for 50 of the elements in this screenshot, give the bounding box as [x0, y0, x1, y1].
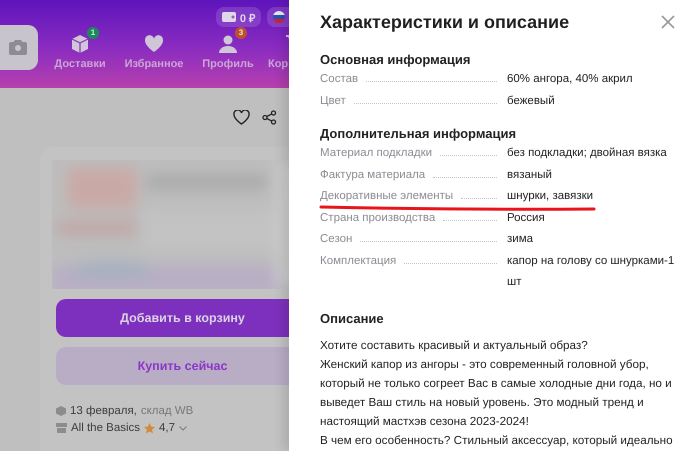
camera-icon: [9, 40, 27, 55]
close-button[interactable]: [661, 14, 677, 30]
star-icon: [144, 422, 156, 434]
property-value: капор на голову со шнурками-1 шт: [507, 254, 676, 290]
delivery-date: 13 февраля,: [70, 405, 137, 417]
photo-search-button[interactable]: [0, 25, 38, 70]
property-label: Страна производства: [320, 210, 436, 226]
description-text: Хотите составить красивый и актуальный образ?: [320, 338, 589, 354]
box-icon: [56, 406, 66, 416]
section-heading: Основная информация: [320, 52, 472, 67]
property-value: 60% ангора, 40% акрил: [507, 72, 634, 87]
wallet-icon: [222, 12, 236, 22]
heart-icon[interactable]: [233, 110, 250, 125]
description-text: Женский капор из ангоры - это современный головной убор, который не только согреет Вас в самые холодные дни года, но и выведет Ваш стиль на новый уровень. Это модный тренд и настоящий мастхэв сезона 2023-2024!: [320, 356, 673, 430]
property-value: Россия: [507, 210, 546, 226]
balance-button[interactable]: 0 ₽: [216, 7, 261, 27]
property-label: Материал подкладки: [320, 146, 432, 161]
property-value: шнурки, завязки: [507, 189, 594, 204]
section-heading: Дополнительная информация: [320, 126, 518, 141]
shop-icon: [56, 423, 67, 433]
seller-rating: 4,7: [159, 422, 176, 434]
property-label: Состав: [320, 72, 358, 87]
share-icon[interactable]: [262, 110, 277, 125]
property-value: зима: [507, 232, 534, 247]
warehouse-label: склад WB: [140, 405, 194, 417]
property-label: Декоративные элементы: [320, 189, 454, 204]
nav-item[interactable]: 3 Профиль: [192, 26, 264, 70]
property-label: Комплектация: [320, 254, 396, 268]
nav-item[interactable]: Избранное: [118, 26, 190, 70]
chevron-down-icon[interactable]: [179, 426, 188, 430]
count-badge: 1: [87, 26, 99, 38]
property-label: Цвет: [320, 94, 346, 108]
buy-now-button[interactable]: Купить сейчас: [56, 347, 289, 385]
box-icon: [69, 32, 91, 54]
person-icon: [217, 32, 239, 54]
property-value: вязаный: [507, 168, 553, 182]
property-value: без подкладки; двойная вязка: [507, 146, 668, 161]
count-badge: 3: [235, 26, 247, 38]
heart-icon: [143, 32, 165, 54]
flag-icon: [273, 11, 285, 23]
property-label: Фактура материала: [320, 168, 426, 182]
add-to-cart-button[interactable]: Добавить в корзину: [56, 299, 289, 337]
property-value: бежевый: [507, 94, 556, 108]
description-text: В чем его особенность? Стильный аксессуар, который идеально: [320, 432, 674, 448]
panel-title: Характеристики и описание: [320, 12, 570, 33]
close-icon: [661, 14, 675, 28]
property-label: Сезон: [320, 232, 352, 247]
section-heading: Описание: [320, 310, 385, 326]
seller-name[interactable]: All the Basics: [71, 422, 140, 434]
nav-item[interactable]: 1 Доставки: [44, 26, 116, 70]
